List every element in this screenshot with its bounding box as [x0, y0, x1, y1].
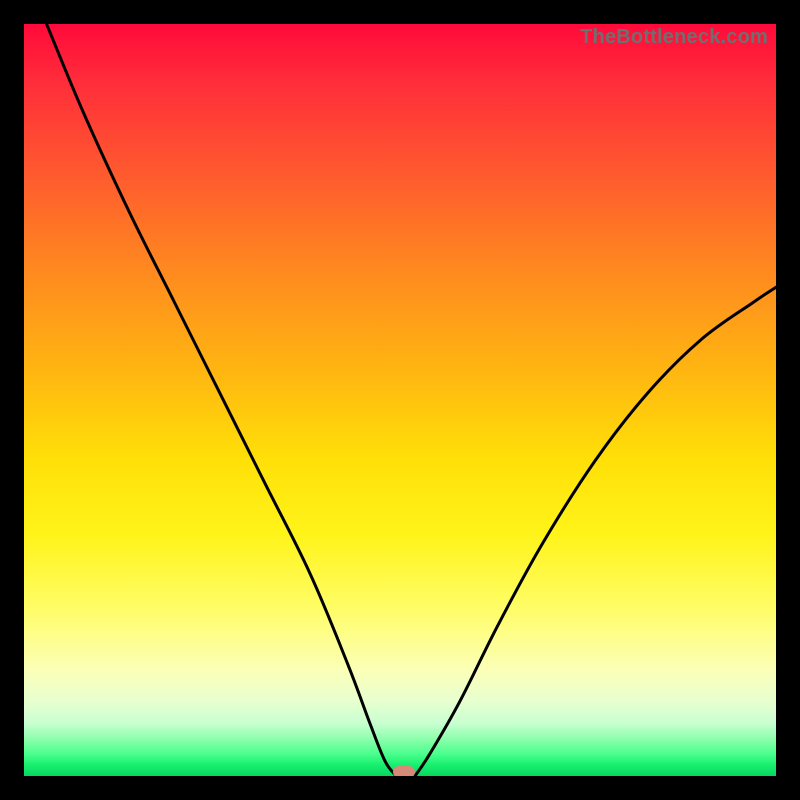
curve-right-arm	[415, 287, 776, 776]
plot-area: TheBottleneck.com	[24, 24, 776, 776]
minimum-marker	[393, 766, 415, 776]
chart-frame: TheBottleneck.com	[0, 0, 800, 800]
curve-layer	[24, 24, 776, 776]
curve-left-arm	[47, 24, 397, 776]
watermark-text: TheBottleneck.com	[580, 26, 768, 49]
